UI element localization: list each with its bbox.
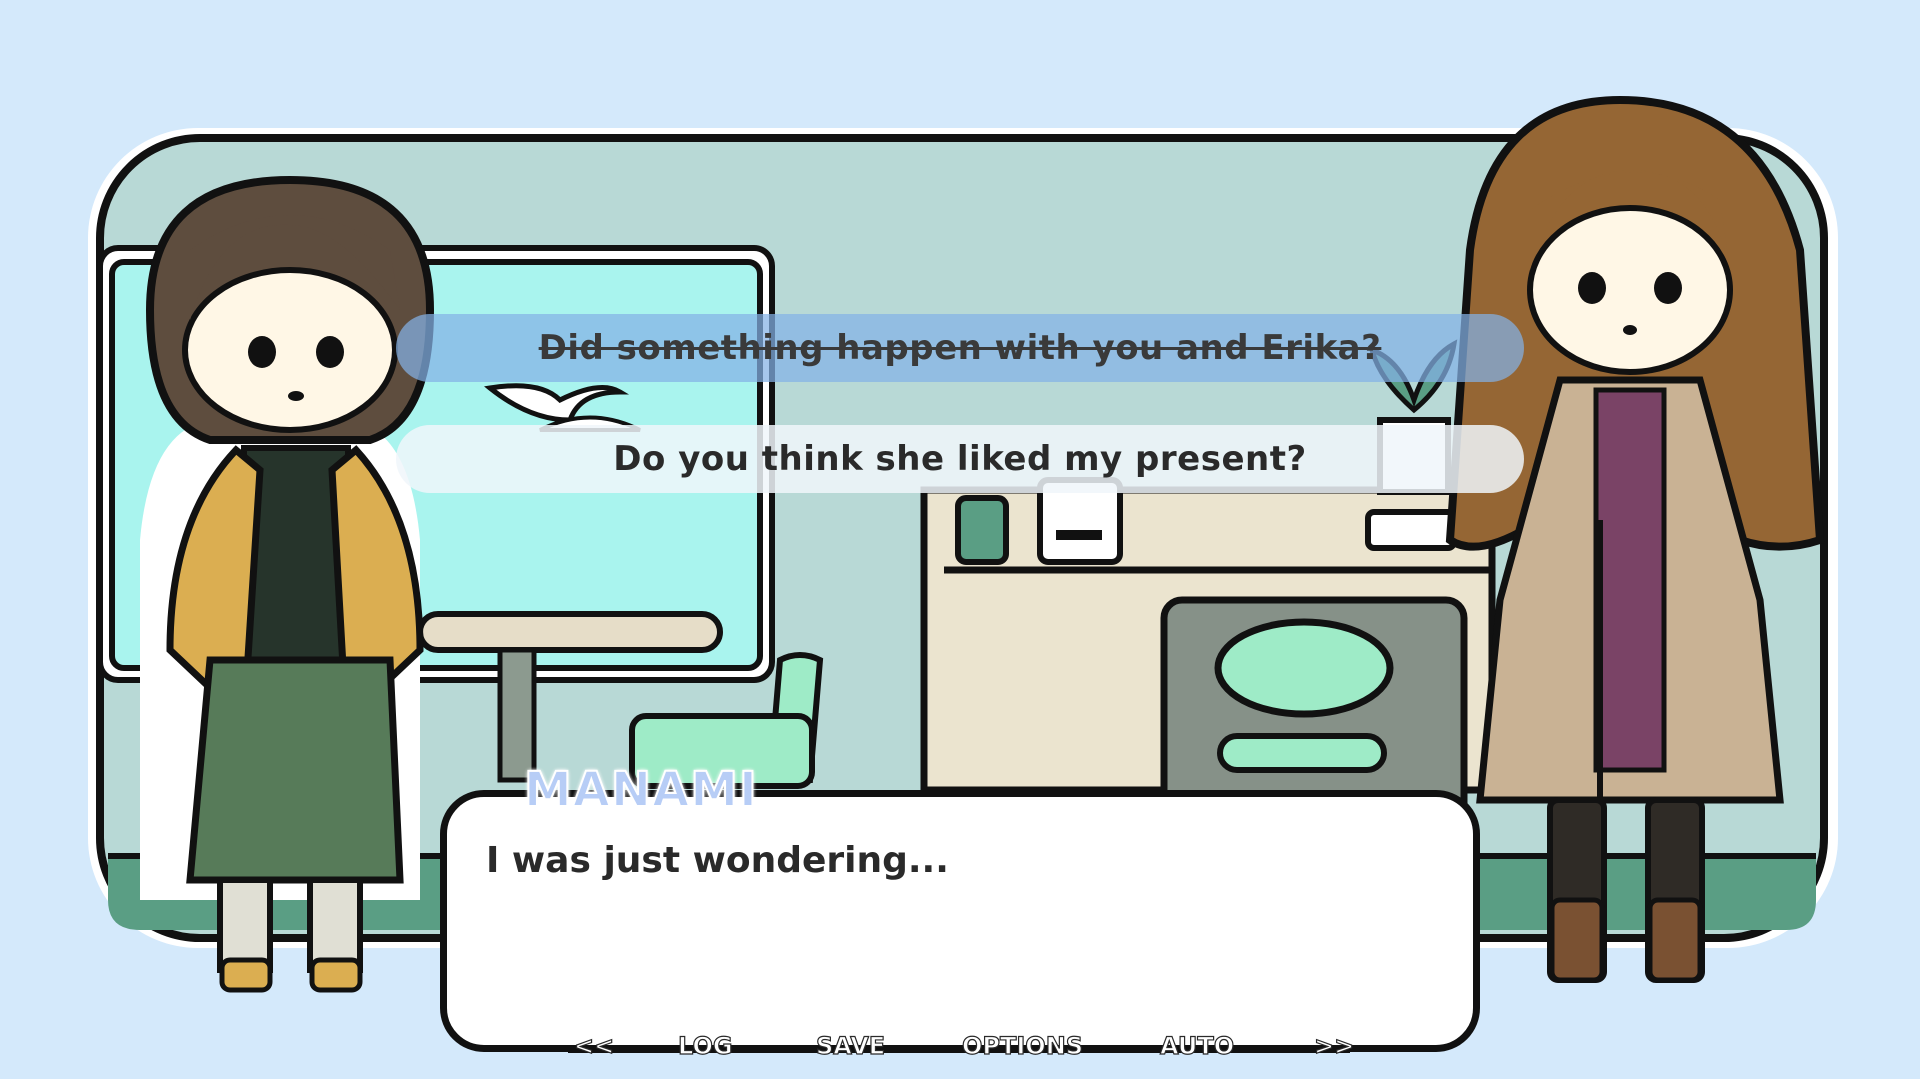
dialogue-text: I was just wondering... xyxy=(486,840,949,881)
choice-option-2[interactable]: Do you think she liked my present? xyxy=(396,425,1524,493)
log-button[interactable]: LOG xyxy=(672,1030,739,1062)
options-button[interactable]: OPTIONS xyxy=(956,1030,1089,1062)
auto-button[interactable]: AUTO xyxy=(1154,1030,1240,1062)
quick-menu: << LOG SAVE OPTIONS AUTO >> xyxy=(568,1028,1355,1064)
choice-option-2-label: Do you think she liked my present? xyxy=(613,439,1307,479)
forward-button[interactable]: >> xyxy=(1308,1030,1360,1062)
character-manami xyxy=(140,175,435,993)
choice-option-1[interactable]: Did something happen with you and Erika? xyxy=(396,314,1524,382)
speaker-name: MANAMI xyxy=(523,761,758,819)
save-button[interactable]: SAVE xyxy=(810,1030,891,1062)
back-button[interactable]: << xyxy=(568,1030,620,1062)
dialogue-box[interactable] xyxy=(440,790,1480,1052)
choice-option-1-label: Did something happen with you and Erika? xyxy=(538,328,1382,368)
